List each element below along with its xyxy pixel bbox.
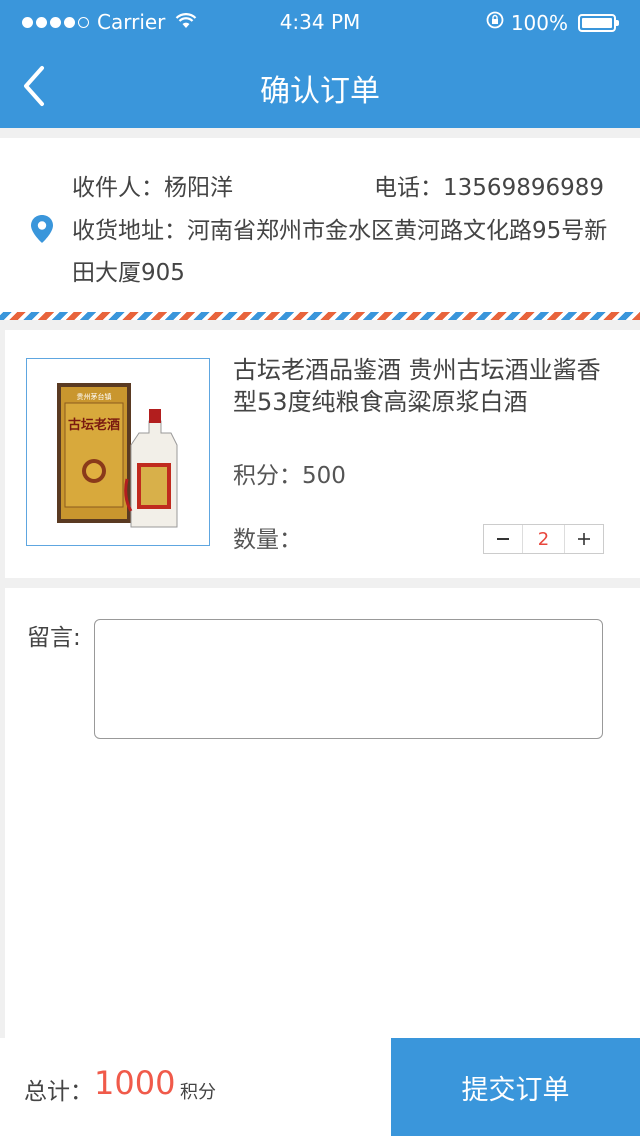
total-label: 总计： — [24, 1079, 93, 1105]
battery-percent: 100% — [510, 10, 568, 35]
recipient-address: 收货地址：河南省郑州市金水区黄河路文化路95号新田大厦905 — [72, 218, 608, 286]
address-card[interactable]: 收件人：杨阳洋 电话：13569896989 收货地址：河南省郑州市金水区黄河路… — [0, 138, 640, 314]
message-input[interactable] — [94, 619, 603, 739]
product-name: 古坛老酒品鉴酒 贵州古坛酒业酱香型53度纯粮食高粱原浆白酒 — [233, 356, 601, 416]
message-label: 留言: — [27, 625, 81, 651]
navigation-bar: 确认订单 — [0, 44, 640, 128]
battery-info: 100% — [485, 10, 619, 35]
total-value: 1000 — [94, 1064, 176, 1102]
quantity-label: 数量： — [233, 527, 302, 553]
quantity-value[interactable]: 2 — [522, 525, 565, 553]
increase-button[interactable] — [565, 525, 603, 553]
airmail-divider — [0, 312, 640, 320]
minus-icon — [497, 538, 509, 540]
decrease-button[interactable] — [484, 525, 522, 553]
location-pin-icon — [30, 214, 54, 248]
plus-icon — [578, 533, 590, 545]
product-points: 积分：500 — [233, 463, 346, 489]
recipient-name: 收件人：杨阳洋 — [72, 175, 233, 201]
recipient-phone: 电话：13569896989 — [374, 175, 604, 201]
product-image-brand: 贵州茅台镇 — [77, 392, 112, 401]
product-image: 贵州茅台镇 古坛老酒 — [26, 358, 210, 546]
battery-icon — [578, 13, 619, 32]
status-bar: Carrier 4:34 PM 100% — [0, 0, 640, 44]
submit-order-button[interactable]: 提交订单 — [391, 1038, 640, 1136]
header: Carrier 4:34 PM 100% 确认订单 — [0, 0, 640, 128]
rotation-lock-icon — [485, 10, 505, 35]
product-card: 贵州茅台镇 古坛老酒 古坛老酒品鉴酒 贵州古坛酒业酱香型53度纯粮食高粱原浆白酒… — [5, 330, 640, 578]
total-unit: 积分 — [180, 1082, 216, 1103]
product-image-name: 古坛老酒 — [68, 417, 120, 433]
page-title: 确认订单 — [260, 74, 380, 109]
message-card: 留言: — [5, 588, 640, 1038]
footer-bar: 总计： 1000 积分 提交订单 — [0, 1038, 640, 1136]
quantity-stepper: 2 — [483, 524, 604, 554]
